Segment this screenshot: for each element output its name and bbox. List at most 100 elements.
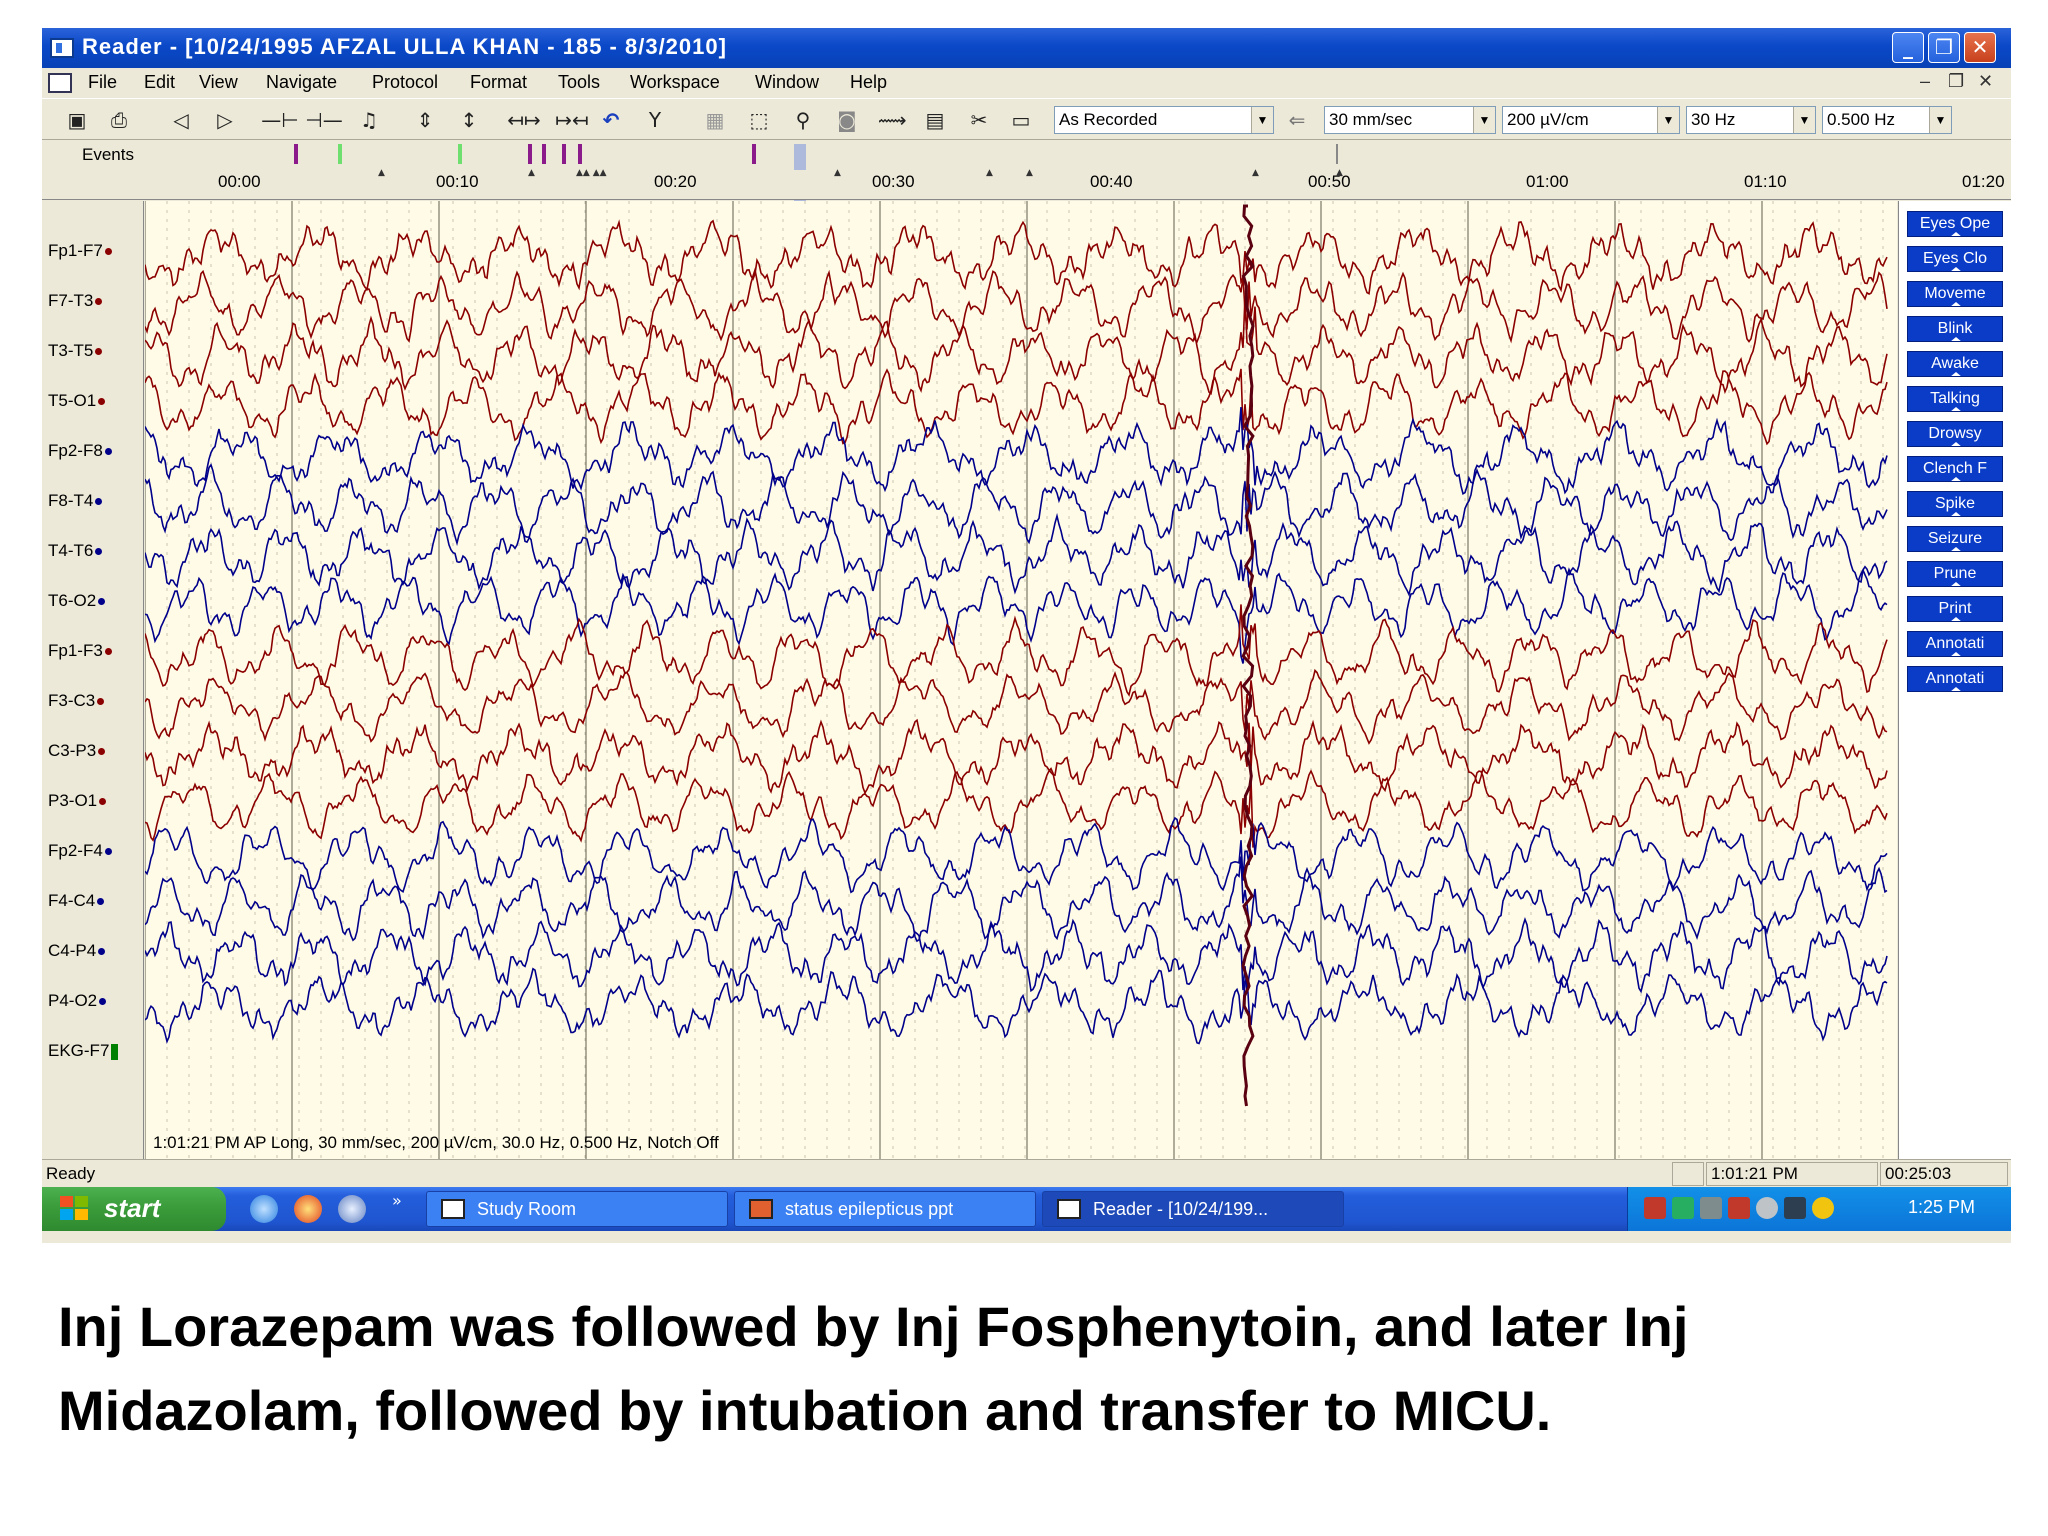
channel-label-p4-o2[interactable]: P4-O2 bbox=[48, 991, 107, 1011]
save-icon[interactable]: ▣ bbox=[64, 107, 90, 133]
event-button-moveme[interactable]: Moveme bbox=[1907, 281, 2003, 307]
event-button-print[interactable]: Print bbox=[1907, 596, 2003, 622]
menu-help[interactable]: Help bbox=[850, 72, 887, 93]
network-error-icon[interactable] bbox=[1728, 1197, 1750, 1219]
explorer-icon[interactable] bbox=[338, 1195, 366, 1223]
event-marker[interactable] bbox=[528, 144, 532, 164]
task-reader[interactable]: Reader - [10/24/199... bbox=[1042, 1191, 1344, 1227]
event-button-clench-f[interactable]: Clench F bbox=[1907, 456, 2003, 482]
event-button-seizure[interactable]: Seizure bbox=[1907, 526, 2003, 552]
channel-label-f4-c4[interactable]: F4-C4 bbox=[48, 891, 105, 911]
next-page-icon[interactable]: ▷ bbox=[212, 107, 238, 133]
channel-label-f3-c3[interactable]: F3-C3 bbox=[48, 691, 105, 711]
page-forward-icon[interactable]: ⊣— bbox=[304, 107, 344, 133]
mdi-restore-icon[interactable]: ❐ bbox=[1948, 71, 1964, 92]
event-button-drowsy[interactable]: Drowsy bbox=[1907, 421, 2003, 447]
quicklaunch-more-icon[interactable]: » bbox=[392, 1191, 402, 1210]
expand-horizontal-icon[interactable]: ↦↤ bbox=[552, 107, 592, 133]
event-button-eyes-ope[interactable]: Eyes Ope bbox=[1907, 211, 2003, 237]
select-rect-icon[interactable]: ⬚ bbox=[746, 107, 772, 133]
scissors-icon[interactable]: ✂ bbox=[966, 107, 992, 133]
arrow-left-icon[interactable]: ⇐ bbox=[1284, 107, 1310, 133]
expand-vertical-icon[interactable]: ⇕ bbox=[412, 107, 438, 133]
channel-label-c4-p4[interactable]: C4-P4 bbox=[48, 941, 106, 961]
event-marker[interactable] bbox=[752, 144, 756, 164]
mdi-minimize-icon[interactable]: – bbox=[1920, 71, 1930, 92]
channel-label-fp1-f3[interactable]: Fp1-F3 bbox=[48, 641, 112, 661]
menu-workspace[interactable]: Workspace bbox=[630, 72, 720, 93]
channel-label-fp2-f4[interactable]: Fp2-F4 bbox=[48, 841, 112, 861]
channel-label-fp1-f7[interactable]: Fp1-F7 bbox=[48, 241, 112, 261]
event-marker[interactable] bbox=[1336, 144, 1338, 164]
eeg-trace-area[interactable]: 1:01:21 PM AP Long, 30 mm/sec, 200 µV/cm… bbox=[145, 201, 1897, 1159]
document-icon[interactable] bbox=[48, 73, 72, 93]
window-icon[interactable]: ▭ bbox=[1008, 107, 1034, 133]
channel-label-p3-o1[interactable]: P3-O1 bbox=[48, 791, 107, 811]
menu-window[interactable]: Window bbox=[755, 72, 819, 93]
channel-label-t4-t6[interactable]: T4-T6 bbox=[48, 541, 103, 561]
title-bar[interactable]: Reader - [10/24/1995 AFZAL ULLA KHAN - 1… bbox=[42, 28, 2011, 68]
channel-label-f8-t4[interactable]: F8-T4 bbox=[48, 491, 103, 511]
low-filter-select[interactable]: 0.500 Hz ▼ bbox=[1822, 106, 1952, 134]
undo-icon[interactable]: ↶ bbox=[598, 107, 624, 133]
print-icon[interactable]: ⎙ bbox=[106, 107, 132, 133]
firefox-icon[interactable] bbox=[294, 1195, 322, 1223]
measure-icon[interactable]: ⟿ bbox=[878, 107, 907, 133]
channel-label-c3-p3[interactable]: C3-P3 bbox=[48, 741, 106, 761]
channel-label-t5-o1[interactable]: T5-O1 bbox=[48, 391, 106, 411]
minimize-button[interactable]: _ bbox=[1892, 32, 1924, 63]
event-button-awake[interactable]: Awake bbox=[1907, 351, 2003, 377]
task-status-epilepticus[interactable]: status epilepticus ppt bbox=[734, 1191, 1036, 1227]
page-back-icon[interactable]: —⊢ bbox=[260, 107, 300, 133]
camera-icon[interactable]: ◙ bbox=[834, 107, 860, 133]
sensitivity-select[interactable]: 200 µV/cm ▼ bbox=[1502, 106, 1680, 134]
monitor-icon[interactable] bbox=[1784, 1197, 1806, 1219]
speed-select[interactable]: 30 mm/sec ▼ bbox=[1324, 106, 1496, 134]
task-study-room[interactable]: Study Room bbox=[426, 1191, 728, 1227]
event-button-blink[interactable]: Blink bbox=[1907, 316, 2003, 342]
event-marker[interactable] bbox=[578, 144, 582, 164]
event-marker[interactable] bbox=[294, 144, 298, 164]
menu-edit[interactable]: Edit bbox=[144, 72, 175, 93]
notification-icon[interactable] bbox=[1812, 1197, 1834, 1219]
event-button-talking[interactable]: Talking bbox=[1907, 386, 2003, 412]
channel-label-t6-o2[interactable]: T6-O2 bbox=[48, 591, 106, 611]
internet-explorer-icon[interactable] bbox=[250, 1195, 278, 1223]
restore-button[interactable]: ❐ bbox=[1928, 32, 1960, 63]
channel-label-f7-t3[interactable]: F7-T3 bbox=[48, 291, 103, 311]
close-button[interactable]: ✕ bbox=[1964, 32, 1996, 63]
channel-label-ekg-f7[interactable]: EKG-F7 bbox=[48, 1041, 119, 1061]
zoom-icon[interactable]: ⚲ bbox=[790, 107, 816, 133]
calculator-icon[interactable]: ▤ bbox=[922, 107, 948, 133]
speaker-icon[interactable] bbox=[1756, 1197, 1778, 1219]
event-button-prune[interactable]: Prune bbox=[1907, 561, 2003, 587]
security-icon[interactable] bbox=[1672, 1197, 1694, 1219]
time-ruler[interactable]: 00:00 00:10 00:20 00:30 00:40 00:50 01:0… bbox=[42, 168, 2011, 200]
menu-tools[interactable]: Tools bbox=[558, 72, 600, 93]
mdi-close-icon[interactable]: ✕ bbox=[1978, 71, 1993, 92]
montage-select[interactable]: As Recorded ▼ bbox=[1054, 106, 1274, 134]
event-button-eyes-clo[interactable]: Eyes Clo bbox=[1907, 246, 2003, 272]
channel-label-t3-t5[interactable]: T3-T5 bbox=[48, 341, 103, 361]
menu-format[interactable]: Format bbox=[470, 72, 527, 93]
event-marker[interactable] bbox=[542, 144, 546, 164]
event-button-annotati[interactable]: Annotati bbox=[1907, 666, 2003, 692]
menu-protocol[interactable]: Protocol bbox=[372, 72, 438, 93]
compress-horizontal-icon[interactable]: ↤↦ bbox=[504, 107, 544, 133]
display-icon[interactable] bbox=[1700, 1197, 1722, 1219]
high-filter-select[interactable]: 30 Hz ▼ bbox=[1686, 106, 1816, 134]
previous-page-icon[interactable]: ◁ bbox=[168, 107, 194, 133]
event-marker[interactable] bbox=[458, 144, 462, 164]
channel-label-fp2-f8[interactable]: Fp2-F8 bbox=[48, 441, 112, 461]
event-button-spike[interactable]: Spike bbox=[1907, 491, 2003, 517]
compress-vertical-icon[interactable]: ↕ bbox=[456, 107, 482, 133]
menu-file[interactable]: File bbox=[88, 72, 117, 93]
network-icon[interactable] bbox=[1644, 1197, 1666, 1219]
menu-view[interactable]: View bbox=[199, 72, 238, 93]
event-button-annotati[interactable]: Annotati bbox=[1907, 631, 2003, 657]
music-icon[interactable]: ♫ bbox=[356, 107, 382, 133]
start-button[interactable]: start bbox=[42, 1187, 226, 1231]
select-grid-icon[interactable]: ▦ bbox=[702, 107, 728, 133]
event-marker[interactable] bbox=[562, 144, 566, 164]
menu-navigate[interactable]: Navigate bbox=[266, 72, 337, 93]
